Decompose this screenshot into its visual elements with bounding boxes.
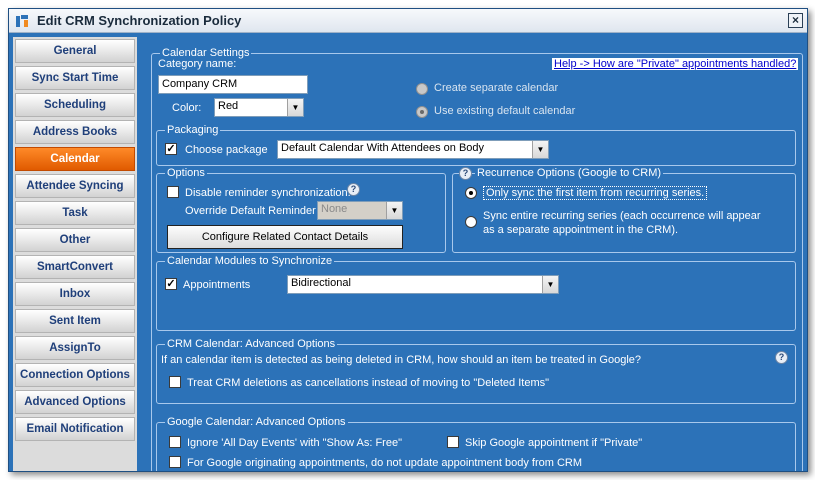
private-appointments-help-link[interactable]: Help -> How are "Private" appointments h… <box>552 58 799 70</box>
sidebar-item-connection-options[interactable]: Connection Options <box>15 363 135 387</box>
configure-related-contact-button[interactable]: Configure Related Contact Details <box>167 225 403 249</box>
create-separate-calendar-label: Create separate calendar <box>434 82 559 94</box>
close-button[interactable]: × <box>788 13 803 28</box>
override-reminder-value: None <box>321 203 348 215</box>
chevron-down-icon: ▼ <box>386 202 402 219</box>
sidebar-item-smartconvert[interactable]: SmartConvert <box>15 255 135 279</box>
calendar-settings-panel: Calendar Settings Category name: Company… <box>145 37 805 471</box>
skip-private-label: Skip Google appointment if "Private" <box>465 437 643 449</box>
treat-deletions-label: Treat CRM deletions as cancellations ins… <box>187 377 550 389</box>
recurrence-options-legend: Recurrence Options (Google to CRM) <box>475 167 664 179</box>
sidebar-item-advanced-options[interactable]: Advanced Options <box>15 390 135 414</box>
use-existing-calendar-label: Use existing default calendar <box>434 105 576 117</box>
google-advanced-options-group: Google Calendar: Advanced Options Ignore… <box>156 416 796 471</box>
calendar-settings-group: Calendar Settings Category name: Company… <box>151 47 803 471</box>
disable-reminder-checkbox[interactable] <box>167 186 179 198</box>
recurrence-entire-series-label-line1: Sync entire recurring series (each occur… <box>483 210 761 222</box>
sidebar-item-assignto[interactable]: AssignTo <box>15 336 135 360</box>
crm-advanced-options-group: CRM Calendar: Advanced Options If an cal… <box>156 338 796 404</box>
chevron-down-icon: ▼ <box>287 99 303 116</box>
sidebar-item-task[interactable]: Task <box>15 201 135 225</box>
category-name-label: Category name: <box>158 58 237 70</box>
package-select-value: Default Calendar With Attendees on Body <box>281 142 485 154</box>
appointments-direction-select[interactable]: Bidirectional ▼ <box>287 275 559 294</box>
google-advanced-options-legend: Google Calendar: Advanced Options <box>165 416 348 428</box>
appointments-direction-value: Bidirectional <box>291 277 351 289</box>
recurrence-first-item-radio[interactable] <box>465 187 477 199</box>
no-update-body-label: For Google originating appointments, do … <box>187 457 583 469</box>
recurrence-options-group: ? Recurrence Options (Google to CRM) Onl… <box>452 167 796 253</box>
help-question-icon[interactable]: ? <box>347 183 360 196</box>
sidebar-item-sync-start-time[interactable]: Sync Start Time <box>15 66 135 90</box>
recurrence-entire-series-label-line2: as a separate appointment in the CRM). <box>483 224 679 236</box>
category-name-input[interactable]: Company CRM <box>158 75 308 94</box>
crm-deletion-question: If an calendar item is detected as being… <box>161 354 642 366</box>
radio-dot <box>420 110 424 114</box>
sidebar-item-inbox[interactable]: Inbox <box>15 282 135 306</box>
appointments-label: Appointments <box>183 279 251 291</box>
title-bar: Edit CRM Synchronization Policy × <box>9 9 807 33</box>
use-existing-calendar-radio[interactable] <box>416 106 428 118</box>
package-select[interactable]: Default Calendar With Attendees on Body … <box>277 140 549 159</box>
treat-deletions-checkbox[interactable] <box>169 376 181 388</box>
sidebar-item-scheduling[interactable]: Scheduling <box>15 93 135 117</box>
recurrence-entire-series-radio[interactable] <box>465 216 477 228</box>
sidebar-item-address-books[interactable]: Address Books <box>15 120 135 144</box>
crm-app-icon <box>16 15 28 27</box>
sidebar-item-calendar[interactable]: Calendar <box>15 147 135 171</box>
override-reminder-label: Override Default Reminder <box>185 205 316 217</box>
calendar-modules-group: Calendar Modules to Synchronize ✓ Appoin… <box>156 255 796 331</box>
create-separate-calendar-radio[interactable] <box>416 83 428 95</box>
dialog-window: Edit CRM Synchronization Policy × Genera… <box>8 8 808 472</box>
recurrence-first-item-label: Only sync the first item from recurring … <box>483 186 708 200</box>
sidebar-item-attendee-syncing[interactable]: Attendee Syncing <box>15 174 135 198</box>
chevron-down-icon: ▼ <box>532 141 548 158</box>
calendar-modules-legend: Calendar Modules to Synchronize <box>165 255 335 267</box>
help-question-icon[interactable]: ? <box>459 167 472 180</box>
override-reminder-select[interactable]: None ▼ <box>317 201 403 220</box>
sidebar-item-sent-item[interactable]: Sent Item <box>15 309 135 333</box>
radio-dot <box>469 191 473 195</box>
sidebar-item-general[interactable]: General <box>15 39 135 63</box>
chevron-down-icon: ▼ <box>542 276 558 293</box>
disable-reminder-label: Disable reminder synchronization. <box>185 187 351 199</box>
crm-advanced-options-legend: CRM Calendar: Advanced Options <box>165 338 338 350</box>
color-select-value: Red <box>218 100 239 112</box>
window-title: Edit CRM Synchronization Policy <box>37 13 242 28</box>
skip-private-checkbox[interactable] <box>447 436 459 448</box>
sidebar-item-other[interactable]: Other <box>15 228 135 252</box>
options-legend: Options <box>165 167 207 179</box>
color-label: Color: <box>172 102 202 114</box>
sidebar-item-email-notification[interactable]: Email Notification <box>15 417 135 441</box>
sidebar-nav: General Sync Start Time Scheduling Addre… <box>13 37 137 471</box>
ignore-all-day-events-label: Ignore 'All Day Events' with "Show As: F… <box>187 437 402 449</box>
appointments-checkbox[interactable]: ✓ <box>165 278 177 290</box>
ignore-all-day-events-checkbox[interactable] <box>169 436 181 448</box>
choose-package-label: Choose package <box>185 144 268 156</box>
choose-package-checkbox[interactable]: ✓ <box>165 143 177 155</box>
options-group: Options Disable reminder synchronization… <box>156 167 446 253</box>
no-update-body-checkbox[interactable] <box>169 456 181 468</box>
packaging-legend: Packaging <box>165 124 221 136</box>
color-select[interactable]: Red ▼ <box>214 98 304 117</box>
packaging-group: Packaging ✓ Choose package Default Calen… <box>156 124 796 166</box>
help-question-icon[interactable]: ? <box>775 351 788 364</box>
